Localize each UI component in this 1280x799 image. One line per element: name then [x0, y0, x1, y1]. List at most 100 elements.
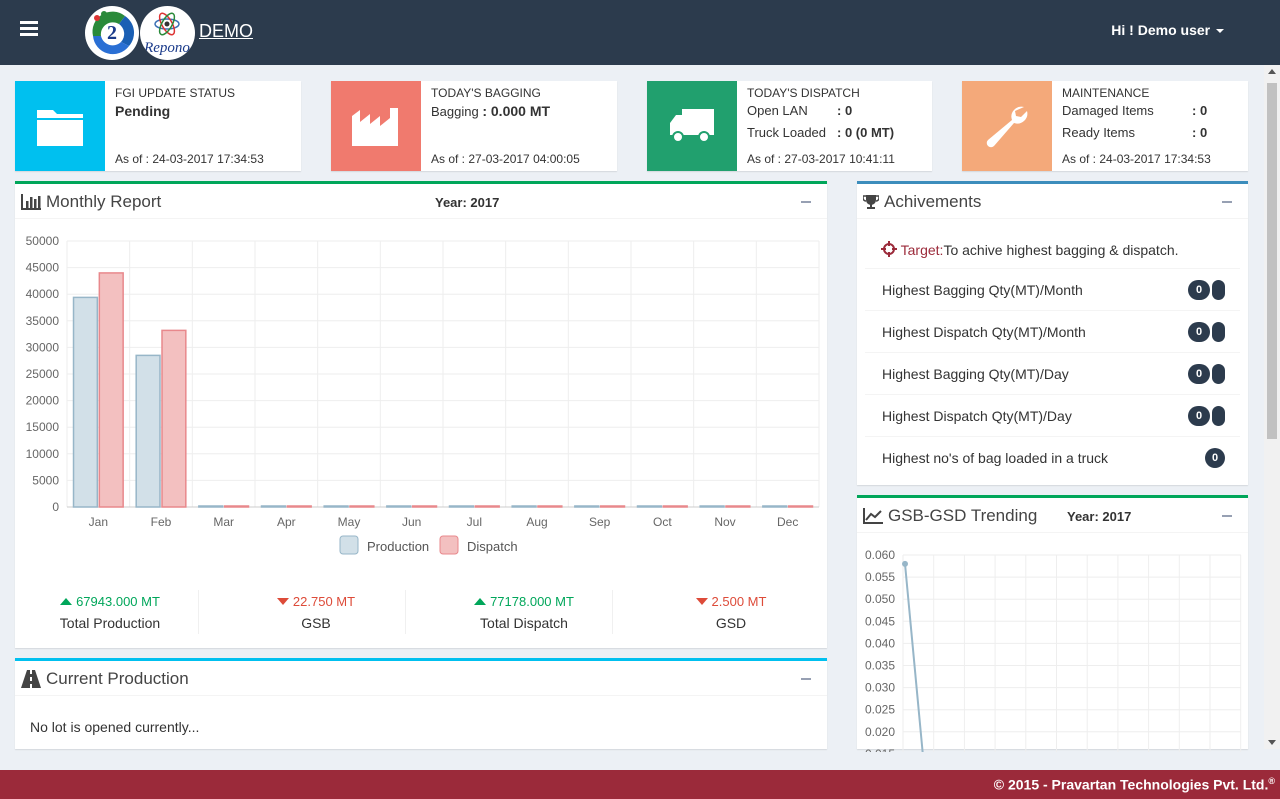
legend-swatch — [439, 535, 459, 555]
y-tick-label: 15000 — [26, 420, 60, 434]
y-tick-label: 0 — [52, 500, 59, 514]
stat-label: Total Production — [59, 615, 161, 631]
y-tick-label: 0.025 — [865, 703, 895, 717]
svg-text:2: 2 — [107, 22, 117, 44]
stat-label: GSB — [301, 615, 331, 631]
bar-dispatch-may — [349, 505, 375, 508]
truck-icon — [647, 81, 737, 171]
bar-production-oct — [636, 505, 663, 508]
menu-toggle-icon[interactable] — [20, 21, 38, 37]
collapse-icon[interactable] — [801, 678, 811, 680]
company-logo[interactable]: 2 — [85, 6, 139, 60]
arrow-up-icon — [474, 598, 487, 605]
box-title-text: Current Production — [46, 669, 189, 688]
y-tick-label: 10000 — [26, 447, 60, 461]
scroll-thumb[interactable] — [1267, 83, 1277, 439]
infobox-title: MAINTENANCE — [1062, 86, 1150, 100]
box-title-text: GSB-GSD Trending — [888, 506, 1038, 525]
bagging-label: Bagging — [431, 104, 479, 119]
x-tick-label: Nov — [714, 515, 735, 529]
road-icon — [21, 670, 41, 688]
achievement-badge: 0 — [1188, 322, 1210, 342]
monthly-report-title: Monthly Report — [21, 192, 161, 212]
monthly-report-box: Monthly Report Year: 2017 50000 45000 4000… — [15, 181, 827, 648]
x-tick-label: Jun — [402, 515, 421, 529]
bar-dispatch-nov — [725, 505, 751, 508]
bar-production-apr — [260, 505, 287, 508]
infobox-title: TODAY'S DISPATCH — [747, 86, 860, 100]
fgi-update-status-box: FGI UPDATE STATUS Pending As of : 24-03-… — [15, 81, 301, 171]
y-tick-label: 25000 — [26, 367, 60, 381]
target-line: Target:To achive highest bagging & dispa… — [881, 241, 1179, 258]
bar-dispatch-apr — [286, 505, 312, 508]
damaged-items-value: : 0 — [1192, 103, 1208, 118]
achievement-label: Highest Dispatch Qty(MT)/Month — [882, 324, 1086, 340]
target-label: Target: — [900, 242, 944, 258]
wrench-icon — [962, 81, 1052, 171]
current-production-box: Current Production No lot is opened curr… — [15, 658, 827, 749]
bar-dispatch-dec — [787, 505, 814, 508]
y-tick-label: 45000 — [26, 261, 60, 275]
trending-title: GSB-GSD Trending — [863, 506, 1037, 526]
damaged-items-label: Damaged Items — [1062, 103, 1154, 118]
x-tick-label: Apr — [277, 515, 296, 529]
achievement-row: Highest no's of bag loaded in a truck 0 — [865, 436, 1240, 478]
bar-production-jan — [72, 296, 99, 508]
y-tick-label: 0.020 — [865, 725, 895, 739]
legend-label: Production — [367, 539, 429, 554]
stat-value: 77178.000 MT — [490, 594, 574, 609]
stat-value: 67943.000 MT — [76, 594, 160, 609]
user-menu[interactable]: Hi ! Demo user — [1111, 22, 1224, 38]
x-tick-label: Oct — [653, 515, 672, 529]
achievement-badge: 0 — [1188, 364, 1210, 384]
gsb-stat: 22.750 MT GSB — [241, 594, 391, 631]
achievements-title: Achivements — [863, 192, 981, 212]
monthly-bar-chart: 5000045000400003500030000250002000015000… — [26, 234, 820, 555]
line-chart-icon — [863, 508, 883, 524]
achievement-badge-empty — [1212, 364, 1225, 384]
achievement-badge-empty — [1212, 406, 1225, 426]
y-tick-label: 0.060 — [865, 548, 895, 562]
achievement-badge: 0 — [1205, 448, 1225, 468]
box-title-text: Achivements — [884, 192, 982, 211]
collapse-icon[interactable] — [801, 201, 811, 203]
achievement-row: Highest Dispatch Qty(MT)/Day 0 — [865, 394, 1240, 436]
bar-dispatch-feb — [161, 329, 187, 508]
open-lan-value: : 0 — [837, 103, 853, 118]
folder-icon — [15, 81, 105, 171]
collapse-icon[interactable] — [1222, 201, 1232, 203]
y-tick-label: 30000 — [26, 340, 60, 354]
maintenance-box: MAINTENANCE Damaged Items: 0 Ready Items… — [962, 81, 1248, 171]
bar-production-mar — [198, 505, 224, 508]
stat-label: GSD — [715, 615, 747, 631]
truck-loaded-label: Truck Loaded — [747, 125, 827, 140]
y-tick-label: 35000 — [26, 314, 60, 328]
todays-bagging-box: TODAY'S BAGGING Bagging : 0.000 MT As of… — [331, 81, 617, 171]
achievement-label: Highest Dispatch Qty(MT)/Day — [882, 408, 1072, 424]
x-tick-label: Feb — [151, 515, 172, 529]
stat-value: 22.750 MT — [292, 594, 356, 609]
bar-production-jul — [448, 505, 475, 508]
collapse-icon[interactable] — [1222, 515, 1232, 517]
infobox-timestamp: As of : 27-03-2017 10:41:11 — [747, 152, 895, 166]
trend-point — [902, 560, 908, 567]
user-greeting: Hi ! Demo user — [1111, 22, 1211, 38]
scroll-down-icon[interactable] — [1268, 740, 1276, 745]
achievement-badge: 0 — [1188, 280, 1210, 300]
y-tick-label: 0.030 — [865, 681, 895, 695]
brand-link[interactable]: DEMO — [199, 21, 253, 42]
current-production-title: Current Production — [21, 669, 189, 689]
page-scrollbar[interactable] — [1264, 65, 1280, 749]
scroll-up-icon[interactable] — [1268, 69, 1276, 74]
achievement-row: Highest Bagging Qty(MT)/Day 0 — [865, 352, 1240, 394]
x-tick-label: Jul — [467, 515, 482, 529]
x-tick-label: Aug — [526, 515, 547, 529]
x-tick-label: May — [338, 515, 361, 529]
bar-production-nov — [699, 505, 725, 508]
x-tick-label: Mar — [213, 515, 234, 529]
ready-items-value: : 0 — [1192, 125, 1208, 140]
footer: © 2015 - Pravartan Technologies Pvt. Ltd… — [0, 770, 1280, 799]
crosshairs-icon — [881, 241, 897, 257]
y-tick-label: 0.035 — [865, 659, 895, 673]
bar-dispatch-jun — [411, 505, 438, 508]
